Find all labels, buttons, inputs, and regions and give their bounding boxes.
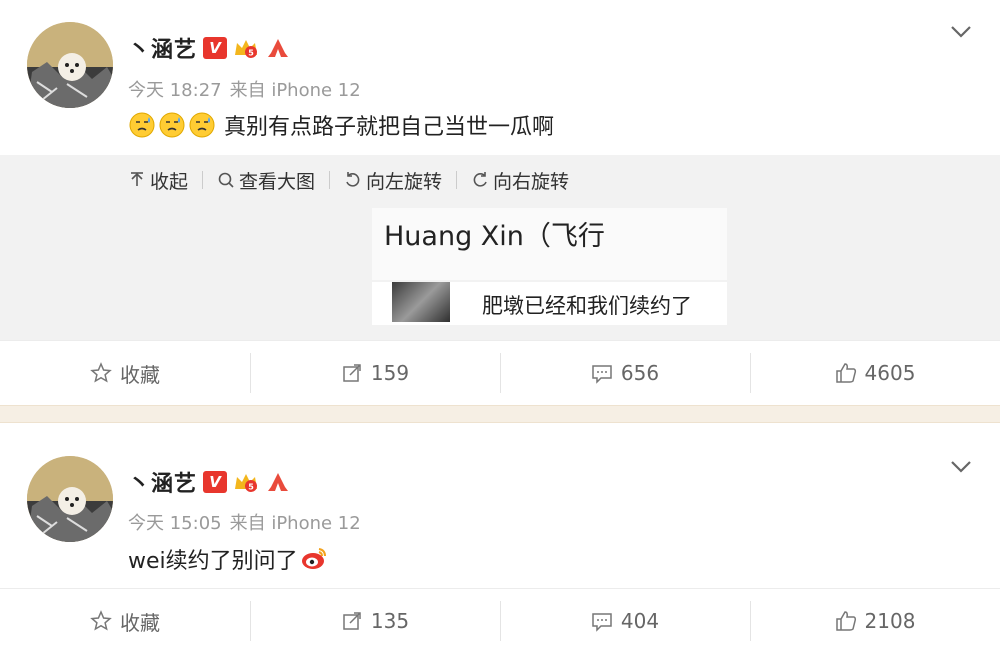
thumbs-up-icon — [835, 363, 856, 383]
v-verified-badge: V — [203, 471, 228, 493]
view-large-label: 查看大图 — [239, 170, 316, 193]
collapse-button[interactable]: 收起 — [128, 167, 188, 194]
star-icon — [90, 610, 112, 631]
favorite-label: 收藏 — [120, 610, 160, 635]
comment-icon — [592, 365, 612, 384]
share-icon — [343, 364, 361, 382]
sweat-face-emoji — [188, 111, 216, 139]
rotate-left-button[interactable]: 向左旋转 — [344, 167, 442, 194]
rotate-right-icon — [473, 172, 487, 187]
image-thumbnail — [392, 282, 450, 322]
image-message-row: 肥墩已经和我们续约了 — [372, 282, 727, 325]
image-message: 肥墩已经和我们续约了 — [482, 294, 692, 318]
username[interactable]: 丶涵艺 — [128, 32, 197, 64]
share-icon — [343, 612, 361, 630]
repost-count: 159 — [370, 361, 410, 385]
search-icon — [218, 172, 234, 188]
media-panel: 收起 查看大图 向左旋转 向右旋转 Huang Xin（飞行 肥墩已经和我们续约… — [0, 155, 1000, 340]
weibo-logo-emoji — [300, 545, 328, 573]
post-meta: 今天 18:27 来自 iPhone 12 — [128, 76, 361, 102]
like-button[interactable]: 4605 — [750, 341, 1000, 405]
repost-button[interactable]: 135 — [250, 589, 500, 650]
action-bar: 收藏 159 656 4605 — [0, 341, 1000, 405]
rotate-left-label: 向左旋转 — [366, 170, 443, 193]
post-source[interactable]: 来自 iPhone 12 — [230, 509, 361, 535]
crown-badge: 5 — [233, 471, 259, 493]
collapse-label: 收起 — [150, 170, 189, 193]
toolbar-divider — [329, 171, 331, 189]
comment-count: 404 — [620, 609, 660, 633]
like-count: 2108 — [864, 609, 916, 633]
toolbar-divider — [202, 171, 204, 189]
toolbar-divider — [456, 171, 458, 189]
sweat-face-emoji — [158, 111, 186, 139]
favorite-button[interactable]: 收藏 — [0, 341, 250, 405]
image-header: Huang Xin（飞行 — [372, 208, 727, 280]
hands-badge — [265, 471, 291, 493]
repost-count: 135 — [370, 609, 410, 633]
comment-count: 656 — [620, 361, 660, 385]
comment-button[interactable]: 404 — [500, 589, 750, 650]
collapse-icon — [131, 172, 143, 186]
v-verified-badge: V — [203, 37, 228, 59]
post-text-body: 真别有点路子就把自己当世一瓜啊 — [224, 115, 555, 140]
post-text: wei续约了别问了 — [128, 543, 330, 575]
rotate-right-button[interactable]: 向右旋转 — [471, 167, 569, 194]
repost-button[interactable]: 159 — [250, 341, 500, 405]
hands-badge — [265, 37, 291, 59]
star-icon — [90, 362, 112, 383]
comment-button[interactable]: 656 — [500, 341, 750, 405]
username[interactable]: 丶涵艺 — [128, 466, 197, 498]
favorite-button[interactable]: 收藏 — [0, 589, 250, 650]
post-source[interactable]: 来自 iPhone 12 — [230, 76, 361, 102]
media-toolbar: 收起 查看大图 向左旋转 向右旋转 — [128, 167, 569, 193]
action-bar: 收藏 135 404 2108 — [0, 589, 1000, 650]
post-image[interactable]: Huang Xin（飞行 肥墩已经和我们续约了 — [372, 208, 727, 325]
post-separator — [0, 405, 1000, 423]
svg-text:5: 5 — [248, 483, 254, 492]
avatar[interactable] — [27, 456, 113, 542]
post-text-body: wei续约了别问了 — [128, 549, 298, 574]
like-button[interactable]: 2108 — [750, 589, 1000, 650]
crown-badge: 5 — [233, 37, 259, 59]
sweat-face-emoji — [128, 111, 156, 139]
comment-icon — [592, 613, 612, 632]
svg-text:5: 5 — [248, 49, 254, 58]
favorite-label: 收藏 — [120, 362, 160, 387]
post-time: 今天 18:27 — [128, 80, 222, 101]
thumbs-up-icon — [835, 611, 856, 631]
view-large-button[interactable]: 查看大图 — [217, 167, 315, 194]
like-count: 4605 — [864, 361, 916, 385]
chevron-down-icon[interactable] — [950, 25, 972, 39]
avatar[interactable] — [27, 22, 113, 108]
rotate-left-icon — [346, 172, 360, 187]
rotate-right-label: 向右旋转 — [493, 170, 570, 193]
weibo-post: 丶涵艺 V 5 今天 18:27 来自 iPhone 12 真别有点路子就把自己… — [0, 0, 1000, 405]
post-time: 今天 15:05 — [128, 513, 222, 534]
weibo-post: 丶涵艺 V 5 今天 15:05 来自 iPhone 12 wei续约了别问了 … — [0, 423, 1000, 650]
chevron-down-icon[interactable] — [950, 460, 972, 474]
post-meta: 今天 15:05 来自 iPhone 12 — [128, 509, 361, 535]
post-text: 真别有点路子就把自己当世一瓜啊 — [128, 109, 554, 141]
image-title: Huang Xin（飞行 — [384, 221, 605, 252]
